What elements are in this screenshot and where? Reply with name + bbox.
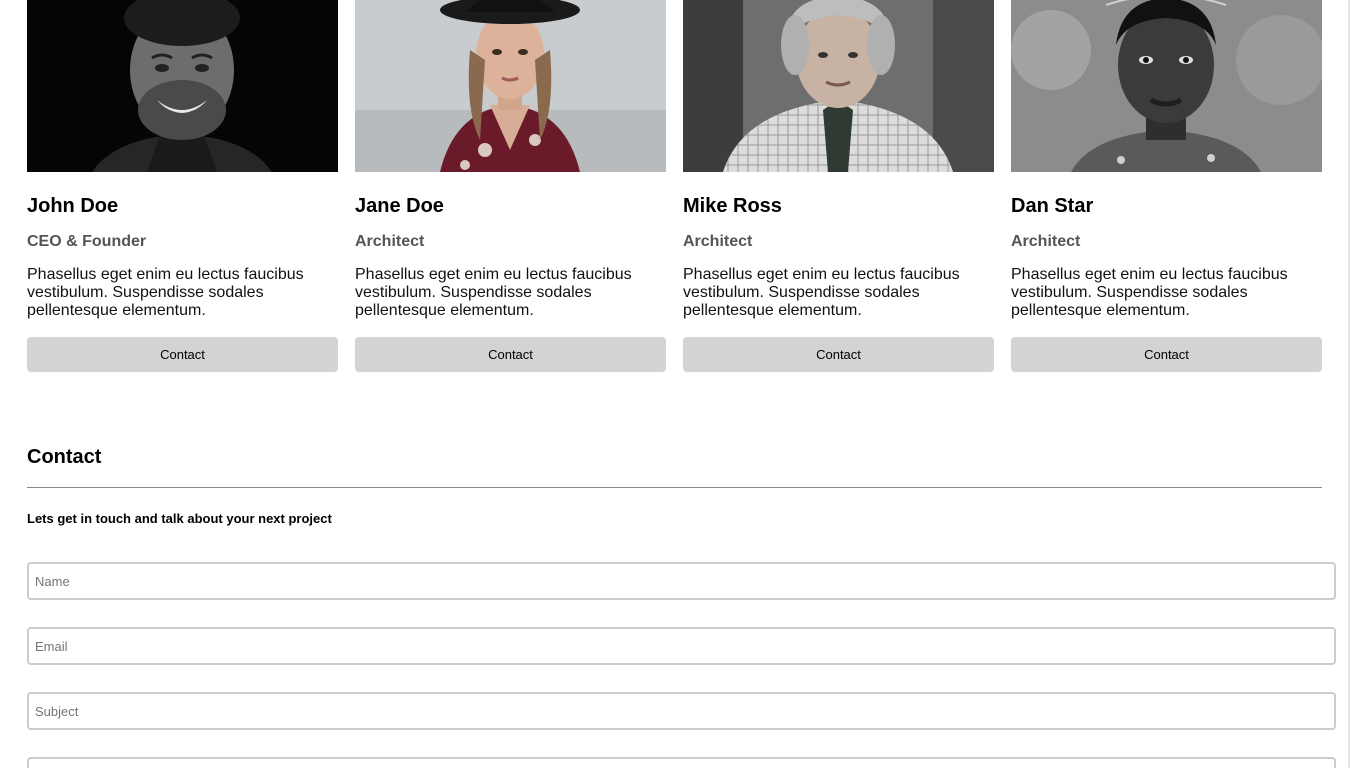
member-description: Phasellus eget enim eu lectus faucibus v… bbox=[27, 266, 304, 319]
member-name: Jane Doe bbox=[355, 195, 444, 217]
member-name: John Doe bbox=[27, 195, 119, 217]
contact-divider bbox=[27, 487, 1322, 488]
contact-heading: Contact bbox=[27, 446, 102, 468]
member-description: Phasellus eget enim eu lectus faucibus v… bbox=[1011, 266, 1288, 319]
portrait-image bbox=[27, 0, 338, 172]
email-input[interactable] bbox=[27, 627, 1336, 665]
team-photo-jane bbox=[355, 0, 666, 172]
contact-button-dan[interactable]: Contact bbox=[1011, 337, 1322, 372]
member-role: Architect bbox=[1011, 233, 1081, 250]
team-photo-mike bbox=[683, 0, 994, 172]
portrait-image bbox=[355, 0, 666, 172]
member-name: Mike Ross bbox=[683, 195, 782, 217]
member-role: Architect bbox=[683, 233, 753, 250]
team-photo-john bbox=[27, 0, 338, 172]
contact-button-john[interactable]: Contact bbox=[27, 337, 338, 372]
portrait-image bbox=[683, 0, 994, 172]
team-card: Dan Star Architect Phasellus eget enim e… bbox=[1011, 0, 1322, 372]
member-role: CEO & Founder bbox=[27, 233, 147, 250]
member-description: Phasellus eget enim eu lectus faucibus v… bbox=[355, 266, 632, 319]
team-photo-dan bbox=[1011, 0, 1322, 172]
contact-button-jane[interactable]: Contact bbox=[355, 337, 666, 372]
name-input[interactable] bbox=[27, 562, 1336, 600]
contact-section: Contact Lets get in touch and talk about… bbox=[27, 444, 1322, 527]
contact-subtitle: Lets get in touch and talk about your ne… bbox=[27, 511, 332, 526]
message-input[interactable] bbox=[27, 757, 1336, 768]
member-name: Dan Star bbox=[1011, 195, 1094, 217]
team-card: John Doe CEO & Founder Phasellus eget en… bbox=[27, 0, 338, 372]
portrait-image bbox=[1011, 0, 1322, 172]
subject-input[interactable] bbox=[27, 692, 1336, 730]
member-role: Architect bbox=[355, 233, 425, 250]
page: John Doe CEO & Founder Phasellus eget en… bbox=[0, 0, 1350, 768]
team-card: Jane Doe Architect Phasellus eget enim e… bbox=[355, 0, 666, 372]
contact-button-mike[interactable]: Contact bbox=[683, 337, 994, 372]
team-section: John Doe CEO & Founder Phasellus eget en… bbox=[27, 0, 1322, 372]
team-card: Mike Ross Architect Phasellus eget enim … bbox=[683, 0, 994, 372]
member-description: Phasellus eget enim eu lectus faucibus v… bbox=[683, 266, 960, 319]
